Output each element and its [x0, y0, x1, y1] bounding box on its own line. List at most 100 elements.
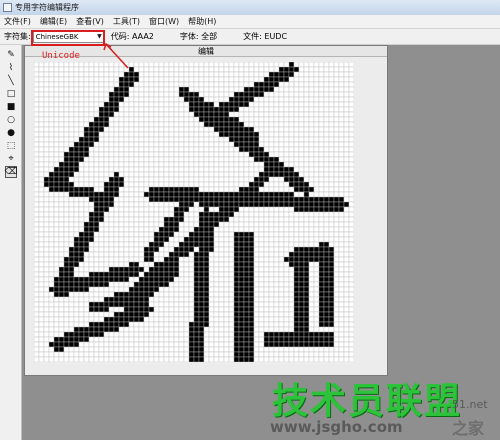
grid-cell[interactable]: [203, 171, 210, 178]
grid-cell[interactable]: [93, 181, 100, 188]
filled-pixel[interactable]: [138, 291, 145, 298]
grid-cell[interactable]: [178, 226, 185, 233]
grid-cell[interactable]: [288, 351, 295, 358]
grid-cell[interactable]: [208, 251, 215, 258]
grid-cell[interactable]: [98, 166, 105, 173]
grid-cell[interactable]: [53, 311, 60, 318]
filled-pixel[interactable]: [293, 251, 300, 258]
filled-pixel[interactable]: [133, 316, 140, 323]
filled-pixel[interactable]: [268, 166, 275, 173]
filled-pixel[interactable]: [168, 276, 175, 283]
grid-cell[interactable]: [63, 106, 70, 113]
grid-cell[interactable]: [343, 286, 350, 293]
grid-cell[interactable]: [328, 141, 335, 148]
grid-cell[interactable]: [228, 181, 235, 188]
grid-cell[interactable]: [38, 71, 45, 78]
filled-pixel[interactable]: [233, 121, 240, 128]
grid-cell[interactable]: [213, 326, 220, 333]
grid-cell[interactable]: [338, 236, 345, 243]
grid-cell[interactable]: [108, 81, 115, 88]
grid-cell[interactable]: [73, 206, 80, 213]
grid-cell[interactable]: [53, 261, 60, 268]
grid-cell[interactable]: [133, 151, 140, 158]
filled-pixel[interactable]: [238, 281, 245, 288]
filled-pixel[interactable]: [108, 176, 115, 183]
grid-cell[interactable]: [93, 316, 100, 323]
grid-cell[interactable]: [113, 126, 120, 133]
filled-pixel[interactable]: [173, 186, 180, 193]
grid-cell[interactable]: [108, 76, 115, 83]
grid-cell[interactable]: [113, 336, 120, 343]
filled-pixel[interactable]: [243, 196, 250, 203]
grid-cell[interactable]: [108, 66, 115, 73]
filled-pixel[interactable]: [208, 221, 215, 228]
grid-cell[interactable]: [288, 356, 295, 362]
grid-cell[interactable]: [48, 226, 55, 233]
grid-cell[interactable]: [153, 171, 160, 178]
grid-cell[interactable]: [218, 136, 225, 143]
filled-pixel[interactable]: [108, 186, 115, 193]
grid-cell[interactable]: [48, 291, 55, 298]
grid-cell[interactable]: [148, 106, 155, 113]
grid-cell[interactable]: [63, 76, 70, 83]
grid-cell[interactable]: [163, 76, 170, 83]
filled-pixel[interactable]: [103, 201, 110, 208]
grid-cell[interactable]: [34, 231, 40, 238]
grid-cell[interactable]: [208, 156, 215, 163]
grid-cell[interactable]: [113, 341, 120, 348]
grid-cell[interactable]: [34, 221, 40, 228]
grid-cell[interactable]: [343, 301, 350, 308]
grid-cell[interactable]: [178, 146, 185, 153]
grid-cell[interactable]: [318, 161, 325, 168]
grid-cell[interactable]: [168, 241, 175, 248]
grid-cell[interactable]: [53, 196, 60, 203]
grid-cell[interactable]: [208, 311, 215, 318]
grid-cell[interactable]: [128, 216, 135, 223]
grid-cell[interactable]: [153, 251, 160, 258]
grid-cell[interactable]: [318, 62, 325, 68]
grid-cell[interactable]: [323, 71, 330, 78]
filled-pixel[interactable]: [318, 316, 325, 323]
filled-pixel[interactable]: [68, 276, 75, 283]
grid-cell[interactable]: [34, 116, 40, 123]
filled-pixel[interactable]: [318, 276, 325, 283]
grid-cell[interactable]: [223, 236, 230, 243]
grid-cell[interactable]: [308, 76, 315, 83]
grid-cell[interactable]: [123, 106, 130, 113]
grid-cell[interactable]: [193, 171, 200, 178]
grid-cell[interactable]: [108, 236, 115, 243]
grid-cell[interactable]: [103, 286, 110, 293]
grid-cell[interactable]: [333, 276, 340, 283]
grid-cell[interactable]: [103, 91, 110, 98]
grid-cell[interactable]: [258, 96, 265, 103]
grid-cell[interactable]: [263, 261, 270, 268]
grid-cell[interactable]: [248, 176, 255, 183]
grid-cell[interactable]: [193, 246, 200, 253]
grid-cell[interactable]: [273, 311, 280, 318]
grid-cell[interactable]: [173, 156, 180, 163]
grid-cell[interactable]: [158, 311, 165, 318]
grid-cell[interactable]: [34, 256, 40, 263]
grid-cell[interactable]: [293, 121, 300, 128]
grid-cell[interactable]: [123, 136, 130, 143]
grid-cell[interactable]: [268, 311, 275, 318]
grid-cell[interactable]: [73, 181, 80, 188]
grid-cell[interactable]: [133, 181, 140, 188]
filled-pixel[interactable]: [238, 246, 245, 253]
filled-pixel[interactable]: [328, 336, 335, 343]
grid-cell[interactable]: [233, 166, 240, 173]
filled-pixel[interactable]: [238, 346, 245, 353]
filled-pixel[interactable]: [238, 336, 245, 343]
grid-cell[interactable]: [203, 91, 210, 98]
grid-cell[interactable]: [58, 251, 65, 258]
grid-cell[interactable]: [258, 291, 265, 298]
filled-pixel[interactable]: [163, 191, 170, 198]
grid-cell[interactable]: [348, 301, 354, 308]
grid-cell[interactable]: [34, 211, 40, 218]
grid-cell[interactable]: [173, 176, 180, 183]
grid-cell[interactable]: [123, 346, 130, 353]
grid-cell[interactable]: [34, 196, 40, 203]
filled-pixel[interactable]: [298, 321, 305, 328]
filled-pixel[interactable]: [298, 276, 305, 283]
grid-cell[interactable]: [43, 251, 50, 258]
